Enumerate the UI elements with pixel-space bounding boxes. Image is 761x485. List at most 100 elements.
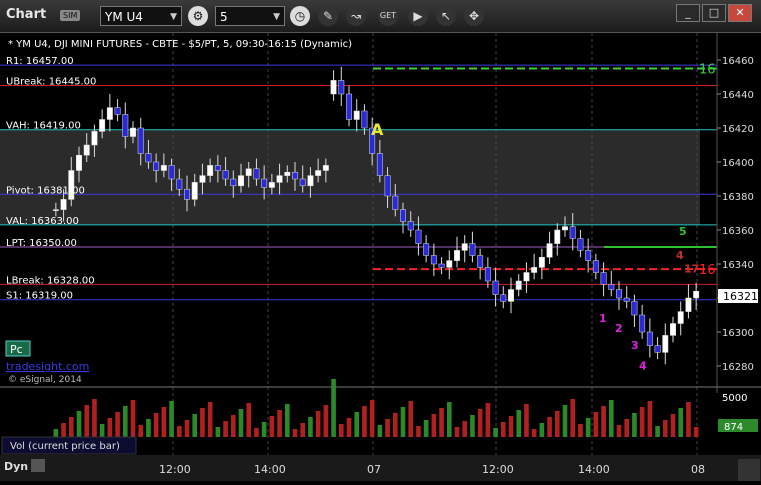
candle-body	[400, 209, 406, 222]
play-icon[interactable]: ▶	[408, 6, 428, 26]
pc-label: Pc	[10, 343, 23, 356]
candle-body	[670, 323, 676, 336]
get-icon[interactable]: GET	[378, 6, 398, 26]
close-button[interactable]: ✕	[728, 4, 752, 22]
annotation-label: 4	[676, 249, 684, 262]
volume-study-label: Vol (current price bar)	[10, 441, 120, 452]
candle-body	[184, 188, 190, 200]
candle-body	[484, 267, 491, 282]
price-tick-label: 16280	[722, 362, 754, 373]
candle-body	[523, 272, 530, 282]
candle-body	[230, 178, 237, 187]
annotation-label: 3	[631, 339, 639, 352]
candle-body	[623, 297, 630, 302]
price-tick-label: 16380	[722, 192, 754, 203]
title-bar: Chart SIM YM U4 ▼ ⚙ 5 ▼ ◷ ✎ ↝ GET ▶ ↖ ✥ _ …	[0, 0, 761, 33]
level-label: S1: 16319.00	[6, 291, 73, 302]
candle-body	[276, 175, 283, 183]
candle-body	[608, 284, 615, 290]
annotation-label: 2	[615, 322, 623, 335]
volume-axis-tick: 5000	[722, 393, 747, 404]
candle-body	[500, 294, 507, 302]
candle-body	[492, 280, 499, 295]
chevron-down-icon: ▼	[170, 12, 177, 22]
candle-body	[384, 175, 391, 197]
candle-body	[531, 267, 538, 273]
candle-body	[415, 229, 422, 244]
candle-body	[153, 161, 160, 171]
level-label: R1: 16457.00	[6, 56, 74, 67]
candle-body	[646, 331, 653, 346]
time-tick-label: 12:00	[482, 463, 514, 476]
candle-body	[376, 153, 383, 176]
price-tick-label: 16360	[722, 226, 754, 237]
candle-body	[600, 272, 607, 285]
symbol-dropdown[interactable]: YM U4 ▼	[100, 6, 182, 26]
candle-body	[446, 260, 453, 268]
app-title: Chart	[6, 7, 47, 22]
candle-body	[207, 165, 214, 176]
clock-icon[interactable]: ◷	[290, 6, 310, 26]
candle-body	[469, 243, 476, 256]
candle-body	[454, 250, 460, 261]
candle-body	[662, 335, 669, 353]
candle-body	[284, 171, 291, 176]
candle-body	[83, 144, 90, 156]
chart-area[interactable]: 16460 16440 16420 16400 16380 16360 16340 16 32 0…	[0, 33, 761, 481]
chevron-down-icon: ▼	[273, 12, 280, 22]
symbol-value: YM U4	[105, 10, 143, 24]
candle-body	[106, 107, 113, 120]
candle-body	[122, 114, 129, 137]
candle-body	[176, 178, 183, 190]
annotation-label: 4	[639, 359, 647, 372]
annotation-label: A	[371, 120, 384, 139]
zoom-icon[interactable]	[31, 459, 45, 472]
candle-body	[461, 243, 468, 251]
candle-body	[261, 178, 268, 188]
time-tick-label: 14:00	[578, 463, 610, 476]
candle-body	[315, 170, 322, 176]
settings-icon[interactable]: ⚙	[188, 6, 208, 26]
interval-value: 5	[220, 10, 228, 24]
copyright: © eSignal, 2014	[8, 375, 82, 385]
candle-body	[353, 110, 360, 120]
candle-body	[515, 280, 522, 290]
candle-body	[199, 175, 206, 183]
watermark: tradesight.com	[6, 360, 89, 373]
candle-body	[322, 165, 329, 171]
time-tick-label: 12:00	[159, 463, 191, 476]
candle-body	[76, 154, 82, 171]
minimize-button[interactable]: _	[676, 4, 700, 22]
add-indicator-icon[interactable]: ↝	[346, 6, 366, 26]
draw-icon[interactable]: ✎	[318, 6, 338, 26]
candle-body	[214, 165, 221, 171]
level-label: VAH: 16419.00	[6, 121, 81, 132]
candle-body	[423, 243, 430, 256]
price-tick-label: 16300	[722, 328, 754, 339]
session-level-label: 16	[699, 263, 716, 278]
candle-body	[292, 171, 298, 180]
candle-body	[616, 289, 622, 299]
candle-body	[114, 107, 121, 115]
candle-body	[538, 256, 545, 268]
annotation-label: 17	[684, 263, 699, 276]
candle-body	[631, 301, 638, 316]
candle-body	[569, 226, 576, 239]
time-tick-label: 08	[691, 463, 705, 476]
candle-body	[60, 199, 67, 210]
cursor-icon[interactable]: ↖	[436, 6, 456, 26]
candle-body	[361, 110, 368, 129]
resize-handle-icon[interactable]	[738, 459, 760, 481]
price-chart[interactable]: 16460 16440 16420 16400 16380 16360 16340 16 32 0…	[0, 33, 761, 481]
time-tick-label: 14:00	[254, 463, 286, 476]
candle-body	[346, 93, 352, 120]
level-label: Pivot: 16381.00	[6, 185, 85, 196]
maximize-button[interactable]: □	[702, 4, 726, 22]
candle-body	[268, 182, 275, 188]
price-tick-label: 16340	[722, 260, 754, 271]
level-label: LBreak: 16328.00	[6, 275, 95, 286]
price-tick-label: 16420	[722, 124, 754, 135]
pin-icon[interactable]: ✥	[464, 6, 484, 26]
interval-dropdown[interactable]: 5 ▼	[215, 6, 285, 26]
candle-body	[130, 127, 136, 137]
